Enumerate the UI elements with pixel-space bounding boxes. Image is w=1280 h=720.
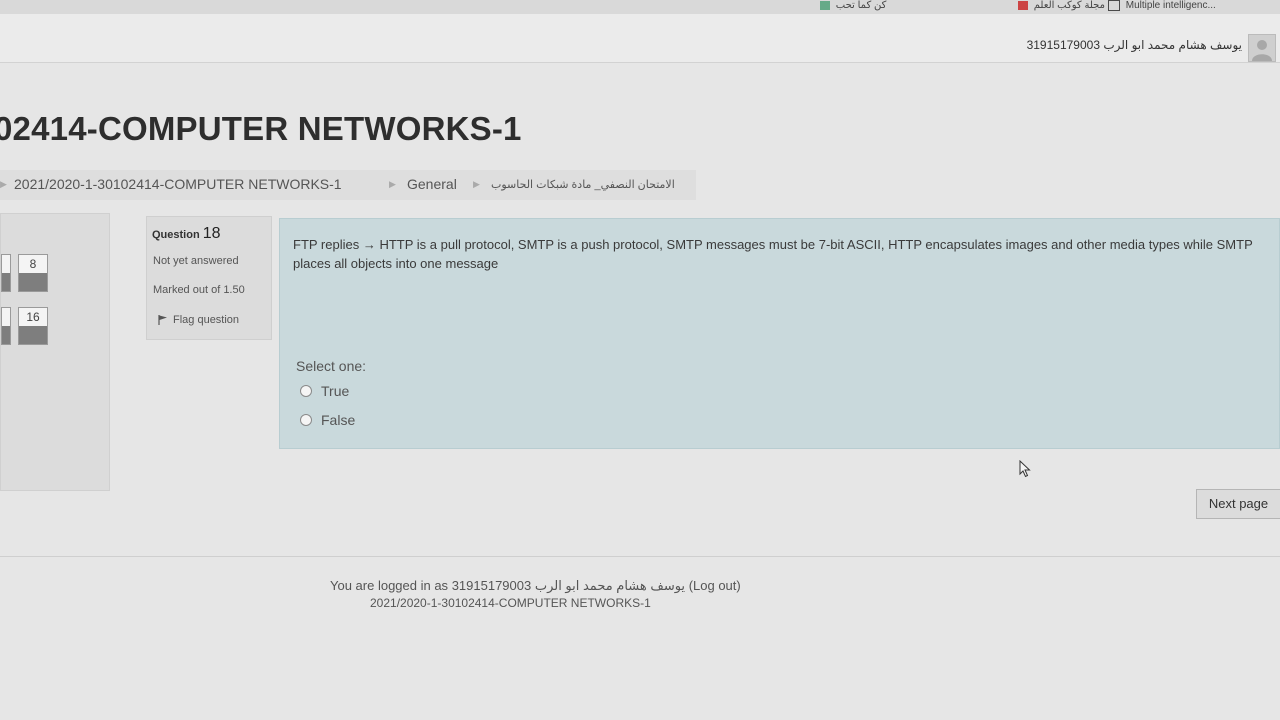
breadcrumb: ▶ 2021/2020-1-30102414-COMPUTER NETWORKS…: [0, 170, 696, 200]
quiz-navigation: 8 16: [0, 213, 110, 491]
quiz-nav-button-8[interactable]: 8: [18, 254, 48, 292]
nav-button-status: [2, 273, 10, 291]
breadcrumb-separator-icon: ▶: [473, 179, 480, 189]
answer-option-true[interactable]: True: [300, 383, 349, 399]
flag-question-button[interactable]: Flag question: [157, 314, 239, 326]
bookmarks-bar: Multiple intelligenc... مجلة كوكب العلم …: [0, 0, 1280, 14]
bookmark-label: Multiple intelligenc...: [1125, 0, 1216, 12]
user-menu-bar: يوسف هشام محمد ابو الرب 31915179003: [0, 14, 1280, 63]
radio-button[interactable]: [300, 414, 312, 426]
bookmark-page-icon: [1108, 0, 1120, 11]
breadcrumb-item-exam[interactable]: الامتحان النصفي_ مادة شبكات الحاسوب: [491, 178, 675, 191]
user-avatar-icon: [1252, 40, 1272, 61]
breadcrumb-separator-icon: ▶: [389, 179, 396, 189]
user-menu-name[interactable]: يوسف هشام محمد ابو الرب 31915179003: [1027, 38, 1242, 52]
mouse-cursor-icon: [1019, 460, 1031, 478]
footer: You are logged in as يوسف هشام محمد ابو …: [330, 578, 750, 610]
quiz-nav-number: 8: [29, 257, 37, 271]
quiz-nav-button-16[interactable]: 16: [18, 307, 48, 345]
login-user-link[interactable]: يوسف هشام محمد ابو الرب 31915179003: [452, 578, 685, 593]
question-number-value: 18: [202, 225, 221, 242]
question-label: Question: [152, 229, 200, 241]
question-info: Question 18 Not yet answered Marked out …: [146, 216, 272, 340]
quiz-nav-button[interactable]: [1, 254, 11, 292]
bookmark-label: مجلة كوكب العلم: [1033, 0, 1105, 11]
bookmark-multiple-intelligence[interactable]: Multiple intelligenc...: [1108, 0, 1216, 11]
flag-question-label: Flag question: [173, 314, 240, 326]
question-grade: Marked out of 1.50: [153, 284, 245, 296]
quiz-nav-button[interactable]: [1, 307, 11, 345]
question-text: FTP replies → HTTP is a pull protocol, S…: [293, 237, 1253, 271]
radio-button[interactable]: [300, 385, 312, 397]
question-content: FTP replies → HTTP is a pull protocol, S…: [279, 218, 1280, 449]
nav-button-status: [19, 273, 47, 291]
login-prefix: You are logged in as: [330, 578, 449, 593]
nav-button-status: [2, 326, 10, 344]
bookmark-kawkab[interactable]: مجلة كوكب العلم: [1018, 0, 1105, 11]
nav-button-status: [19, 326, 47, 344]
flag-icon: [157, 314, 169, 326]
footer-course-link[interactable]: 2021/2020-1-30102414-COMPUTER NETWORKS-1: [370, 596, 750, 610]
footer-divider: [0, 556, 1280, 557]
question-state: Not yet answered: [153, 255, 239, 267]
bookmark-site-icon: [820, 0, 830, 10]
breadcrumb-separator-icon: ▶: [0, 179, 7, 189]
quiz-nav-number: 16: [26, 310, 40, 324]
bookmark-other[interactable]: كن كما تحب: [820, 0, 886, 11]
page-title: 02414-COMPUTER NETWORKS-1: [0, 110, 522, 147]
question-number: Question 18: [152, 225, 221, 243]
breadcrumb-item-course[interactable]: 2021/2020-1-30102414-COMPUTER NETWORKS-1: [14, 176, 342, 192]
answer-label: True: [321, 383, 350, 399]
bookmark-site-icon: [1018, 0, 1028, 10]
login-info: You are logged in as يوسف هشام محمد ابو …: [330, 578, 750, 594]
next-page-button[interactable]: Next page: [1196, 489, 1280, 519]
breadcrumb-item-general[interactable]: General: [407, 176, 457, 192]
bookmark-label: كن كما تحب: [835, 0, 887, 11]
avatar[interactable]: [1248, 34, 1276, 62]
answer-label: False: [321, 412, 356, 428]
logout-link[interactable]: (Log out): [689, 578, 741, 593]
answer-prompt: Select one:: [296, 358, 367, 374]
answer-option-false[interactable]: False: [300, 412, 355, 428]
